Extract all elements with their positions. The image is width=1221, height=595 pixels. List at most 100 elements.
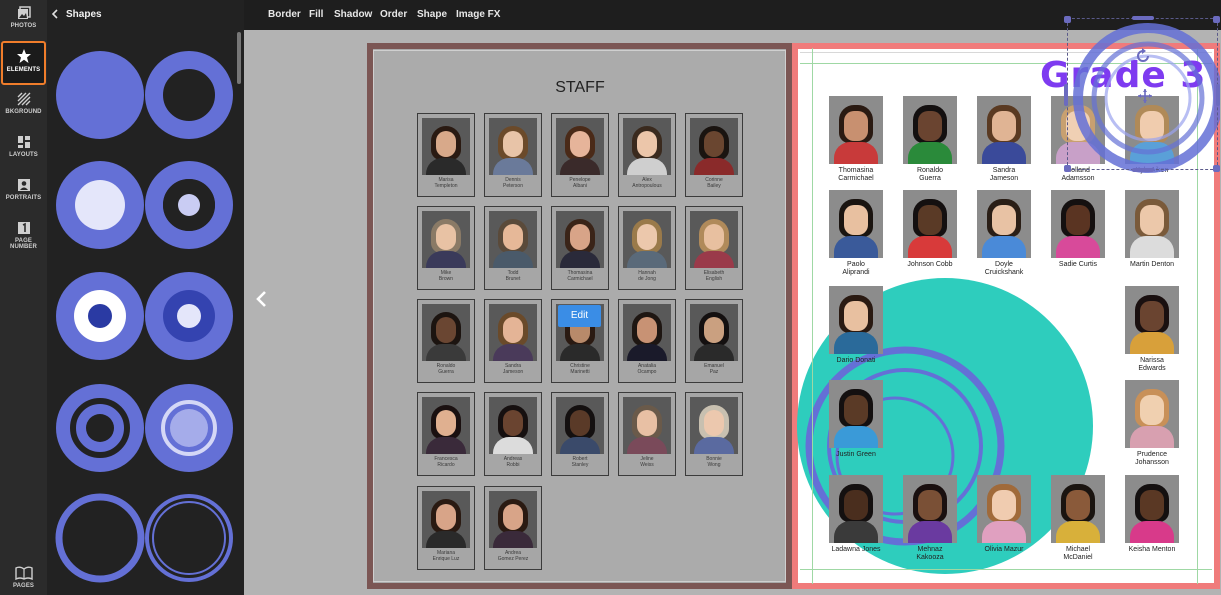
staff-portrait-card[interactable]: Mariana Enrique Luz [417, 486, 475, 570]
portrait-body [493, 344, 533, 361]
staff-portrait-photo [690, 118, 738, 175]
staff-portrait-card[interactable]: Francesca Ricardo [417, 392, 475, 476]
student-portrait-card[interactable]: Ladawna Jones [826, 475, 886, 565]
resize-handle-left[interactable] [1064, 84, 1068, 106]
student-name-line1: Martin Denton [1130, 261, 1174, 268]
rotate-icon[interactable] [1135, 48, 1151, 64]
rail-elements-label: ELEMENTS [6, 67, 41, 73]
student-portrait-card[interactable]: Paolo Aliprandi [826, 190, 886, 280]
staff-portrait-card[interactable]: Elisabeth English [685, 206, 743, 290]
rail-photos[interactable]: PHOTOS [0, 6, 47, 29]
student-portrait-card[interactable]: Prudence Johansson [1122, 380, 1182, 470]
portraits-icon [17, 179, 30, 191]
staff-portrait-photo [623, 118, 671, 175]
shape-ring-with-dot[interactable] [144, 157, 234, 253]
staff-portrait-card[interactable]: Corinne Bailey [685, 113, 743, 197]
student-portrait-photo [977, 475, 1031, 543]
student-portrait-card[interactable]: Sandra Jameson [974, 96, 1034, 186]
toolbar-image-fx[interactable]: Image FX [456, 9, 500, 20]
toolbar-order[interactable]: Order [380, 9, 407, 20]
move-icon[interactable] [1138, 89, 1152, 103]
rail-elements[interactable]: ELEMENTS [1, 41, 46, 85]
staff-title[interactable]: STAFF [530, 79, 630, 97]
staff-portrait-card[interactable]: Emanuel Paz [685, 299, 743, 383]
student-portrait-card[interactable]: Mehnaz Kakooza [900, 475, 960, 565]
student-portrait-card[interactable]: Doyle Cruickshank [974, 190, 1034, 280]
staff-portrait-card[interactable]: Robert Stanley [551, 392, 609, 476]
staff-portrait-card[interactable]: Ronaldo Guerra [417, 299, 475, 383]
staff-portrait-card[interactable]: Dennis Peterson [484, 113, 542, 197]
student-name-line2: Jameson [989, 175, 1019, 182]
portrait-face [918, 111, 942, 141]
chevron-left-icon[interactable] [51, 9, 59, 19]
resize-handle-top-right[interactable] [1213, 16, 1220, 23]
rail-layouts[interactable]: LAYOUTS [0, 135, 47, 158]
student-portrait-card[interactable]: Martin Denton [1122, 190, 1182, 280]
staff-portrait-card[interactable]: Anatalia Ocampo [618, 299, 676, 383]
staff-name: Bonnie Wong [686, 456, 742, 468]
toolbar-shadow[interactable]: Shadow [334, 9, 372, 20]
toolbar-shape[interactable]: Shape [417, 9, 447, 20]
resize-handle-bottom-left[interactable] [1064, 165, 1071, 172]
shape-double-thin-ring[interactable] [144, 490, 234, 586]
staff-portrait-photo [489, 491, 537, 548]
resize-handle-top-left[interactable] [1064, 16, 1071, 23]
staff-portrait-card[interactable]: Todd Brunet [484, 206, 542, 290]
rail-portraits[interactable]: PORTRAITS [0, 178, 47, 201]
panel-scrollbar[interactable] [237, 32, 241, 84]
staff-portrait-card[interactable]: Alex Antropoulous [618, 113, 676, 197]
shape-double-disc[interactable] [144, 268, 234, 364]
shape-thick-ring[interactable] [144, 47, 234, 143]
student-portrait-card[interactable]: Sadie Curtis [1048, 190, 1108, 280]
rail-page-number[interactable]: PAGE NUMBER [0, 221, 47, 250]
pages-icon [14, 566, 33, 580]
portrait-body [1130, 426, 1174, 448]
student-portrait-card[interactable]: Thomasina Carmichael [826, 96, 886, 186]
shape-concentric-rings[interactable] [55, 380, 145, 476]
student-portrait-card[interactable]: Justin Green [826, 380, 886, 470]
student-name: Keisha Menton [1114, 546, 1190, 554]
student-portrait-card[interactable]: Narissa Edwards [1122, 286, 1182, 376]
previous-page-arrow-icon[interactable] [254, 289, 268, 309]
staff-portrait-card[interactable]: Bonnie Wong [685, 392, 743, 476]
resize-handle-bottom-right[interactable] [1213, 165, 1220, 172]
staff-portrait-photo [623, 211, 671, 268]
portrait-body [627, 158, 667, 175]
student-portrait-card[interactable]: Olivia Mazur [974, 475, 1034, 565]
staff-portrait-card[interactable]: Hannah de Jong [618, 206, 676, 290]
student-portrait-card[interactable]: Ronaldo Guerra [900, 96, 960, 186]
shape-thin-ring[interactable] [55, 490, 145, 586]
shape-circle-with-light-center[interactable] [55, 157, 145, 253]
staff-portrait-card[interactable]: Andrea Gomez Perez [484, 486, 542, 570]
portrait-body [694, 251, 734, 268]
staff-portrait-card[interactable]: Andreas Robbi [484, 392, 542, 476]
staff-portrait-card[interactable]: Jeline Weiss [618, 392, 676, 476]
staff-portrait-card[interactable]: Penelope Albani [551, 113, 609, 197]
edit-button[interactable]: Edit [558, 305, 601, 327]
resize-handle-right[interactable] [1216, 84, 1220, 106]
shape-filled-circle[interactable] [55, 47, 145, 143]
student-portrait-card[interactable]: Johnson Cobb [900, 190, 960, 280]
portrait-body [426, 344, 466, 361]
toolbar-border[interactable]: Border [268, 9, 301, 20]
portrait-face [704, 410, 724, 436]
student-name: Doyle Cruickshank [966, 261, 1042, 277]
staff-portrait-card[interactable]: Marisa Templeton [417, 113, 475, 197]
student-name-line2: McDaniel [1063, 554, 1093, 561]
student-portrait-card[interactable]: Dario Donati [826, 286, 886, 376]
portrait-face [992, 111, 1016, 141]
shape-halo-circle[interactable] [144, 380, 234, 476]
student-name-line2: Edwards [1138, 365, 1166, 372]
staff-portrait-card[interactable]: Sandra Jameson [484, 299, 542, 383]
rail-pages[interactable]: PAGES [0, 566, 47, 589]
rail-background[interactable]: BKGROUND [0, 92, 47, 115]
resize-handle-bottom[interactable] [1132, 168, 1154, 172]
resize-handle-top[interactable] [1132, 16, 1154, 20]
staff-portrait-card[interactable]: Thomasina Carmichael [551, 206, 609, 290]
toolbar-fill[interactable]: Fill [309, 9, 323, 20]
student-portrait-card[interactable]: Keisha Menton [1122, 475, 1182, 565]
student-portrait-card[interactable]: Michael McDaniel [1048, 475, 1108, 565]
staff-portrait-card[interactable]: Mike Brown [417, 206, 475, 290]
portrait-face [704, 317, 724, 343]
shape-target-circle[interactable] [55, 268, 145, 364]
